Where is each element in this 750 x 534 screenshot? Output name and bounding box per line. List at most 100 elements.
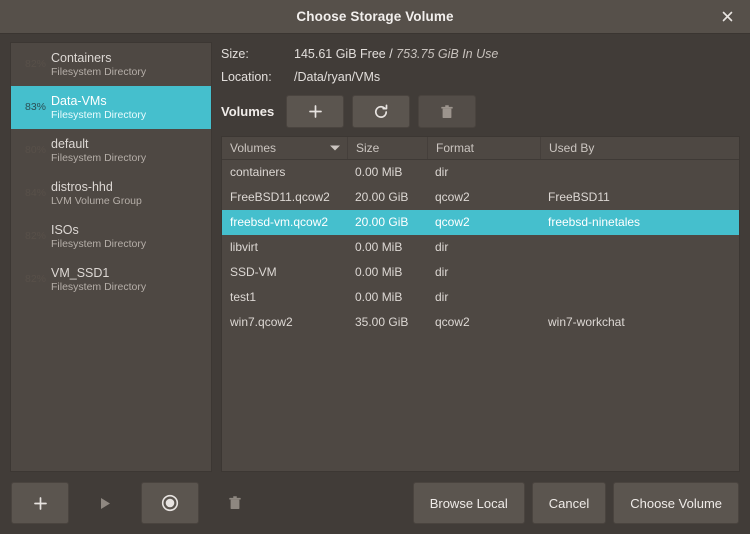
volume-size: 0.00 MiB	[355, 165, 403, 179]
column-header-label: Size	[356, 141, 380, 155]
close-icon[interactable]	[714, 4, 740, 30]
volume-row[interactable]: freebsd-vm.qcow2 20.00 GiB qcow2 freebsd-ni…	[222, 210, 739, 235]
pool-type: Filesystem Directory	[51, 66, 147, 79]
volume-size: 20.00 GiB	[355, 190, 409, 204]
pool-item[interactable]: 80% default Filesystem Directory	[11, 129, 211, 172]
choose-volume-button[interactable]: Choose Volume	[613, 482, 739, 524]
column-header-label: Format	[436, 141, 475, 155]
volumes-table-header: Volumes Size Format Used By	[222, 137, 739, 160]
volume-name: containers	[230, 165, 286, 179]
pool-usage-percent: 82%	[24, 273, 46, 286]
volume-row[interactable]: containers 0.00 MiB dir	[222, 160, 739, 185]
volume-name: SSD-VM	[230, 265, 277, 279]
volume-used-by: FreeBSD11	[548, 190, 610, 204]
location-label: Location:	[221, 70, 272, 84]
pool-item[interactable]: 82% Containers Filesystem Directory	[11, 43, 211, 86]
column-header[interactable]: Volumes	[222, 137, 347, 159]
volumes-toolbar-label: Volumes	[221, 104, 275, 119]
volume-row[interactable]: test1 0.00 MiB dir	[222, 285, 739, 310]
pool-item-texts: Containers Filesystem Directory	[51, 51, 146, 78]
window-title: Choose Storage Volume	[296, 9, 454, 24]
refresh-icon	[375, 103, 388, 118]
delete-pool-button[interactable]	[206, 482, 264, 524]
volume-name: test1	[230, 290, 257, 304]
pool-usage-percent: 82%	[24, 58, 46, 71]
cancel-button[interactable]: Cancel	[531, 482, 607, 524]
stop-pool-button[interactable]	[141, 482, 199, 524]
size-separator: /	[389, 47, 393, 61]
pool-usage-percent: 84%	[24, 187, 46, 200]
volume-used-by: win7-workchat	[548, 315, 625, 329]
volume-format: qcow2	[435, 215, 470, 229]
pool-type: LVM Volume Group	[51, 195, 142, 208]
volume-format: qcow2	[435, 190, 470, 204]
volume-format: dir	[435, 165, 449, 179]
volume-size: 0.00 MiB	[355, 265, 403, 279]
titlebar: Choose Storage Volume	[0, 0, 750, 34]
pool-type: Filesystem Directory	[51, 281, 147, 294]
pool-item[interactable]: 83% Data-VMs Filesystem Directory	[11, 86, 211, 129]
volume-used-by: freebsd-ninetales	[548, 215, 641, 229]
pool-item-texts: ISOs Filesystem Directory	[51, 223, 146, 250]
pool-usage-percent: 83%	[24, 101, 46, 114]
volume-row[interactable]: FreeBSD11.qcow2 20.00 GiB qcow2 FreeBSD11	[222, 185, 739, 210]
pool-item-texts: distros-hhd LVM Volume Group	[51, 180, 142, 207]
volume-row[interactable]: win7.qcow2 35.00 GiB qcow2 win7-workchat	[222, 310, 739, 335]
pool-usage-percent: 80%	[24, 144, 46, 157]
plus-icon	[33, 496, 47, 510]
column-header[interactable]: Used By	[540, 137, 739, 159]
column-header-label: Volumes	[230, 141, 277, 155]
volume-size: 0.00 MiB	[355, 290, 403, 304]
storage-pool-list[interactable]: 82% Containers Filesystem Directory 83% Data…	[10, 42, 212, 472]
volumes-table-body[interactable]: containers 0.00 MiB dir FreeBSD11.qcow2 20.0…	[222, 160, 739, 471]
volume-row[interactable]: libvirt 0.00 MiB dir	[222, 235, 739, 260]
dialog-action-buttons: Browse Local Cancel Choose Volume	[412, 482, 739, 524]
volume-format: dir	[435, 240, 449, 254]
pool-usage-percent: 82%	[24, 230, 46, 243]
choose-storage-volume-dialog: Choose Storage Volume 82% Containers Files…	[0, 0, 750, 534]
volume-format: qcow2	[435, 315, 470, 329]
column-header[interactable]: Format	[427, 137, 540, 159]
volume-name: freebsd-vm.qcow2	[230, 215, 329, 229]
pool-details-panel: Size: 145.61 GiB Free / 753.75 GiB In Us…	[221, 42, 740, 472]
volume-size: 35.00 GiB	[355, 315, 409, 329]
pool-item[interactable]: 82% ISOs Filesystem Directory	[11, 215, 211, 258]
volume-size: 20.00 GiB	[355, 215, 409, 229]
column-header-label: Used By	[549, 141, 595, 155]
size-value: 145.61 GiB Free / 753.75 GiB In Use	[294, 45, 740, 63]
pool-name: distros-hhd	[51, 179, 113, 194]
volumes-toolbar: Volumes	[221, 92, 740, 136]
pool-item-texts: VM_SSD1 Filesystem Directory	[51, 266, 146, 293]
volume-row[interactable]: SSD-VM 0.00 MiB dir	[222, 260, 739, 285]
pool-action-buttons	[11, 482, 264, 524]
location-value: /Data/ryan/VMs	[294, 70, 381, 84]
dialog-body: 82% Containers Filesystem Directory 83% Data…	[0, 34, 750, 472]
pool-item[interactable]: 84% distros-hhd LVM Volume Group	[11, 172, 211, 215]
add-pool-button[interactable]	[11, 482, 69, 524]
pool-name: default	[51, 136, 89, 151]
column-header[interactable]: Size	[347, 137, 427, 159]
volume-name: libvirt	[230, 240, 259, 254]
browse-local-button[interactable]: Browse Local	[412, 482, 525, 524]
size-in-use-text: 753.75 GiB In Use	[396, 47, 499, 61]
trash-icon	[441, 104, 453, 118]
size-free-text: 145.61 GiB Free	[294, 47, 386, 61]
volume-format: dir	[435, 265, 449, 279]
pool-type: Filesystem Directory	[51, 109, 147, 122]
volume-format: dir	[435, 290, 449, 304]
delete-volume-button[interactable]	[418, 95, 477, 128]
volumes-table: Volumes Size Format Used By containers 0.00 …	[221, 136, 740, 472]
refresh-volumes-button[interactable]	[352, 95, 411, 128]
play-icon	[101, 497, 110, 509]
pool-item-texts: Data-VMs Filesystem Directory	[51, 94, 146, 121]
volume-name: win7.qcow2	[230, 315, 293, 329]
pool-item[interactable]: 82% VM_SSD1 Filesystem Directory	[11, 258, 211, 301]
pool-name: Data-VMs	[51, 93, 107, 108]
pool-type: Filesystem Directory	[51, 238, 147, 251]
pool-name: ISOs	[51, 222, 79, 237]
pool-type: Filesystem Directory	[51, 152, 147, 165]
volume-size: 0.00 MiB	[355, 240, 403, 254]
pool-name: Containers	[51, 50, 112, 65]
new-volume-button[interactable]	[286, 95, 345, 128]
start-pool-button[interactable]	[76, 482, 134, 524]
